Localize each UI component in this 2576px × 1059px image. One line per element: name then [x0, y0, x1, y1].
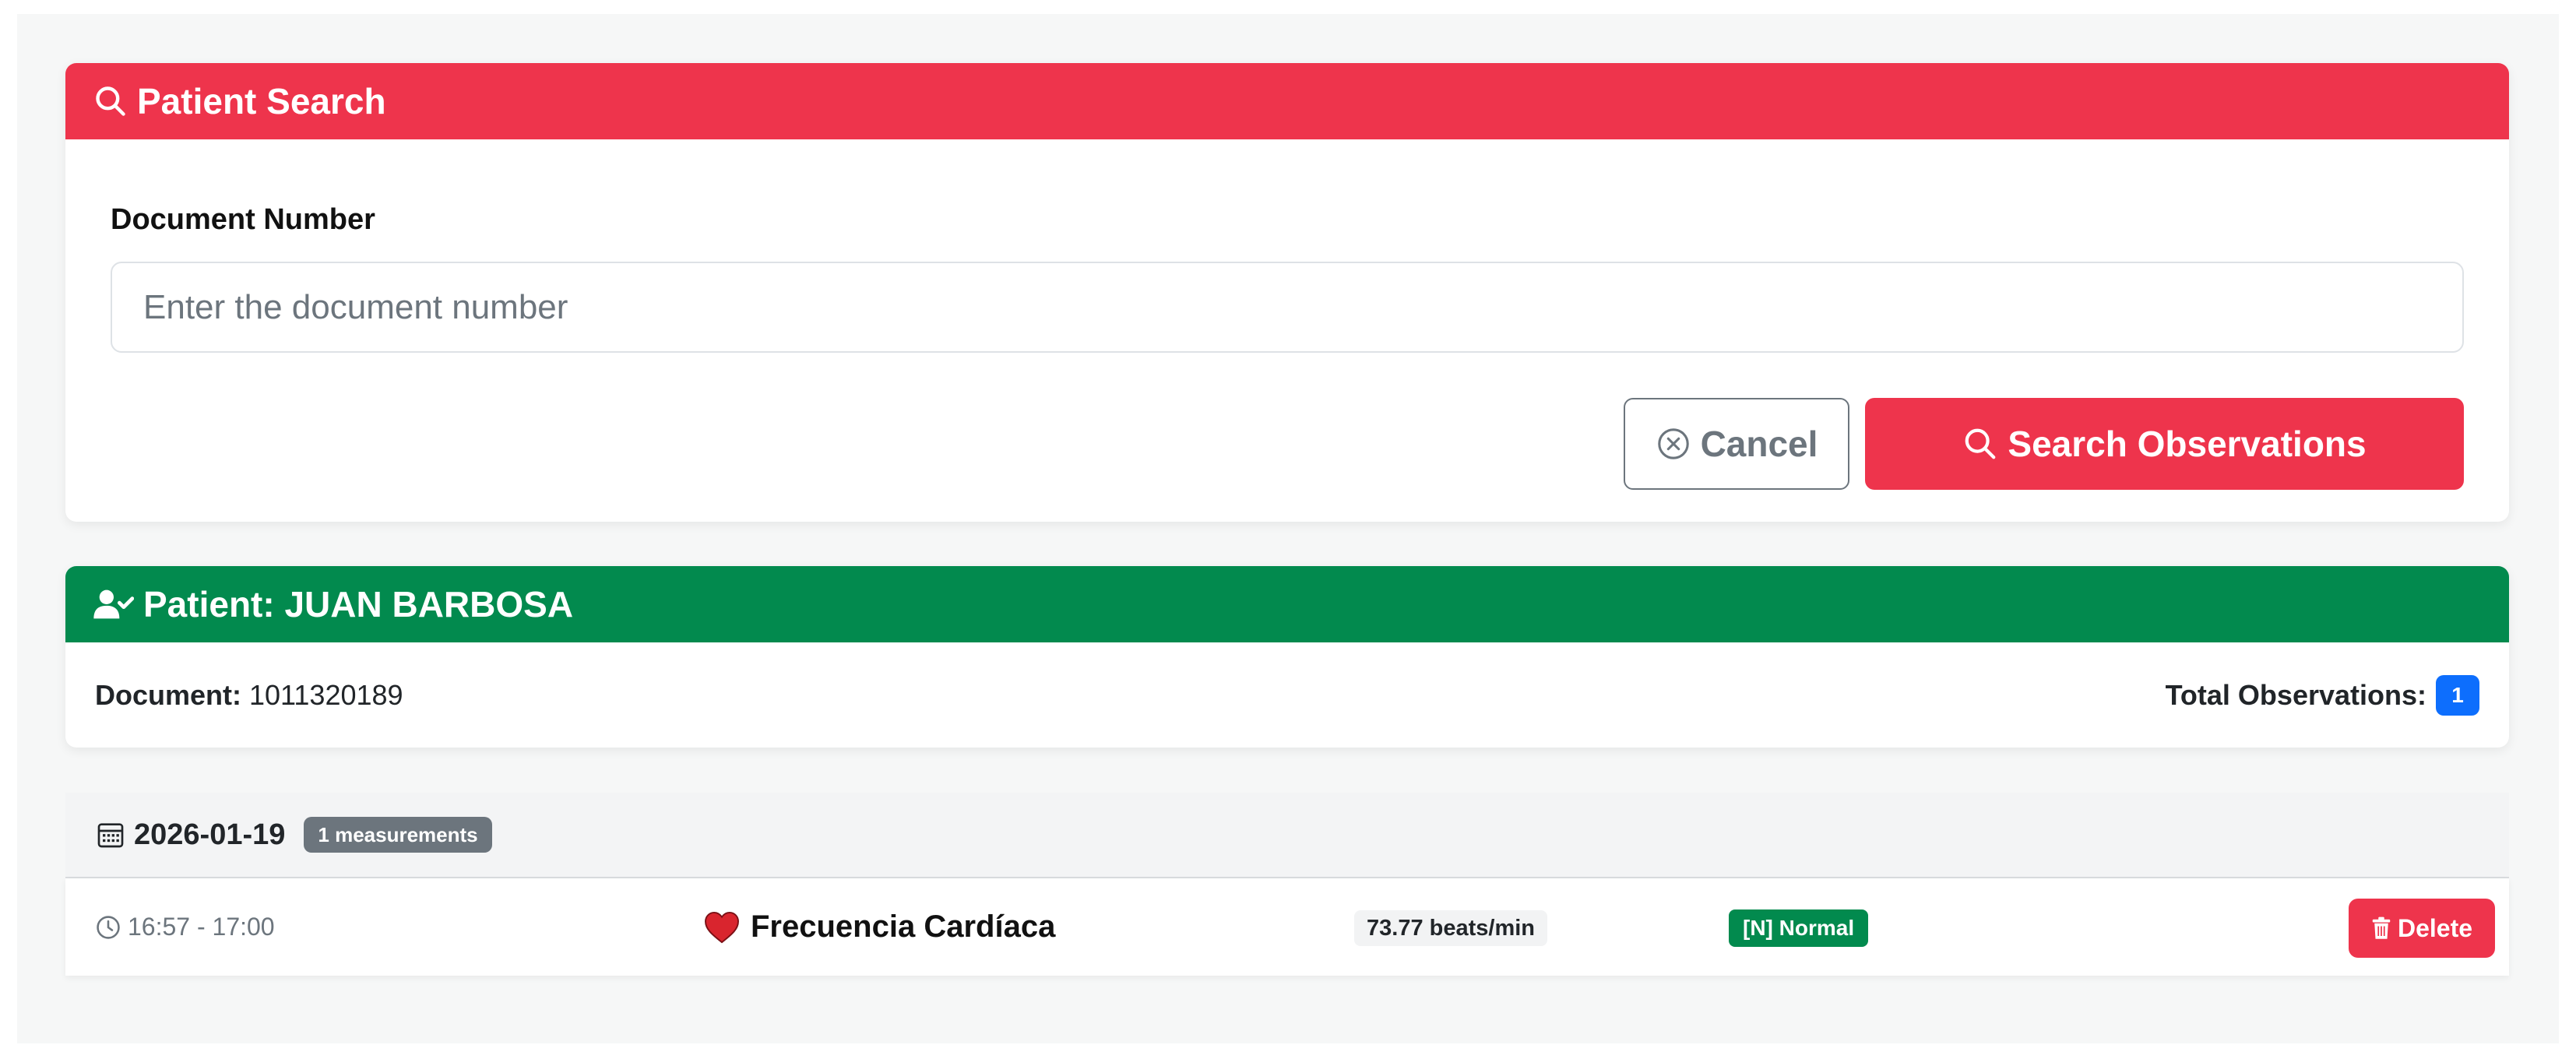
patient-document-row: Document: 1011320189 Total Observations:…	[65, 642, 2509, 748]
date-group-header[interactable]: 2026-01-19 1 measurements	[65, 793, 2509, 878]
observation-name-text: Frecuencia Cardíaca	[751, 909, 1056, 944]
search-observations-button[interactable]: Search Observations	[1865, 398, 2464, 490]
total-observations-label: Total Observations:	[2165, 678, 2426, 711]
patient-search-title: Patient Search	[137, 81, 386, 121]
cancel-button[interactable]: Cancel	[1624, 398, 1849, 490]
search-icon	[1965, 428, 1996, 459]
search-observations-label: Search Observations	[2008, 424, 2367, 464]
total-observations-badge: 1	[2436, 674, 2479, 716]
observation-time: 16:57 - 17:00	[95, 878, 275, 976]
patient-name-title: Patient: JUAN BARBOSA	[143, 584, 574, 624]
patient-search-header: Patient Search	[65, 63, 2509, 139]
group-date: 2026-01-19	[134, 818, 286, 851]
observation-date-group: 2026-01-19 1 measurements 16:57 - 17:00 …	[65, 793, 2509, 977]
document-value: 1011320189	[249, 678, 403, 711]
observation-time-range: 16:57 - 17:00	[128, 913, 275, 941]
clock-icon	[97, 915, 120, 939]
x-circle-icon	[1657, 428, 1689, 459]
observation-name: Frecuencia Cardíaca	[704, 878, 1055, 976]
delete-button[interactable]: Delete	[2349, 899, 2495, 958]
cancel-button-label: Cancel	[1700, 424, 1818, 464]
document-number-input[interactable]	[111, 262, 2464, 353]
observation-row: 16:57 - 17:00 Frecuencia Cardíaca 73.77 …	[65, 878, 2509, 976]
delete-button-label: Delete	[2397, 913, 2473, 942]
calendar-icon	[97, 823, 124, 848]
search-icon	[96, 86, 125, 116]
patient-document: Document: 1011320189	[95, 679, 403, 712]
patient-info-card: Patient: JUAN BARBOSA Document: 10113201…	[65, 566, 2509, 748]
patient-info-header: Patient: JUAN BARBOSA	[65, 566, 2509, 642]
document-label: Document:	[95, 678, 241, 711]
measurements-count-badge: 1 measurements	[304, 817, 492, 853]
patient-search-card: Patient Search Document Number Cancel Se…	[65, 63, 2509, 522]
page-background: Patient Search Document Number Cancel Se…	[17, 14, 2559, 1043]
observation-status-badge: [N] Normal	[1729, 909, 1869, 947]
heart-icon	[705, 911, 739, 943]
observation-value: 73.77 beats/min	[1354, 910, 1547, 946]
trash-icon	[2372, 917, 2391, 939]
document-number-label: Document Number	[111, 203, 375, 236]
user-check-icon	[93, 589, 134, 619]
total-observations: Total Observations: 1	[2165, 674, 2479, 716]
